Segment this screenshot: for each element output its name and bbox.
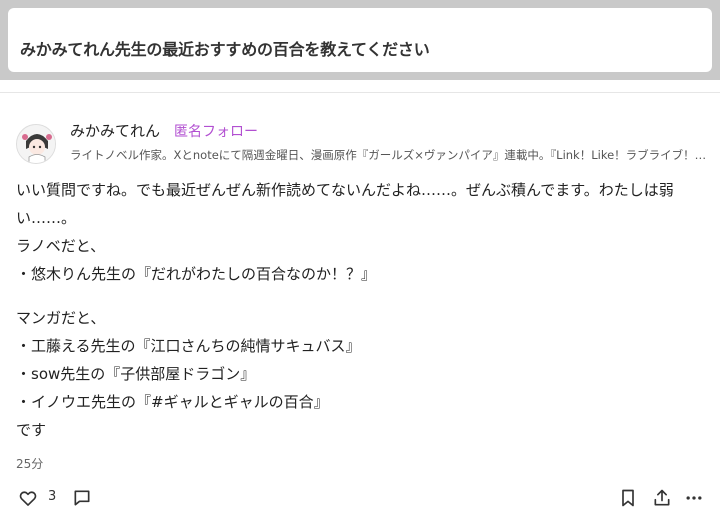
heart-icon — [19, 491, 37, 506]
more-icon — [686, 496, 702, 500]
comment-button[interactable] — [72, 487, 92, 509]
divider — [0, 92, 720, 93]
answer-line: ・悠木りん先生の『だれがわたしの百合なのか！？』 — [16, 265, 377, 283]
question-card[interactable]: みかみてれん先生の最近おすすめの百合を教えてください — [8, 8, 712, 72]
bookmark-icon — [622, 489, 634, 507]
question-title: みかみてれん先生の最近おすすめの百合を教えてください — [20, 40, 430, 59]
question-header-band: みかみてれん先生の最近おすすめの百合を教えてください — [0, 0, 720, 80]
anonymous-follow-button[interactable]: 匿名フォロー — [174, 121, 258, 141]
author-bio: ライトノベル作家。Xとnoteにて隔週金曜日、漫画原作『ガールズ×ヴァンパイア』… — [70, 148, 710, 162]
answer-line: です — [16, 421, 47, 439]
timestamp: 25分 — [16, 457, 44, 471]
answer-body: いい質問ですね。でも最近ぜんぜん新作読めてないんだよね……。ぜんぶ積んでます。わ… — [16, 176, 706, 444]
answer-line: ラノベだと、 — [16, 237, 106, 255]
author-avatar[interactable] — [16, 124, 56, 164]
more-options-button[interactable] — [684, 487, 704, 509]
avatar-illustration — [17, 125, 55, 163]
like-button[interactable] — [18, 487, 38, 509]
answer-line: いい質問ですね。でも最近ぜんぜん新作読めてないんだよね……。ぜんぶ積んでます。わ… — [16, 181, 674, 227]
like-count: 3 — [48, 489, 57, 504]
share-icon — [654, 489, 670, 506]
bookmark-button[interactable] — [618, 487, 638, 509]
answer-line: マンガだと、 — [16, 309, 106, 327]
author-name[interactable]: みかみてれん — [70, 120, 160, 141]
share-button[interactable] — [652, 487, 672, 509]
answer-line: ・工藤える先生の『江口さんちの純情サキュバス』 — [16, 337, 361, 355]
answer-line: ・イノウエ先生の『#ギャルとギャルの百合』 — [16, 393, 329, 411]
answer-line: ・sow先生の『子供部屋ドラゴン』 — [16, 365, 256, 383]
comment-icon — [74, 490, 90, 506]
